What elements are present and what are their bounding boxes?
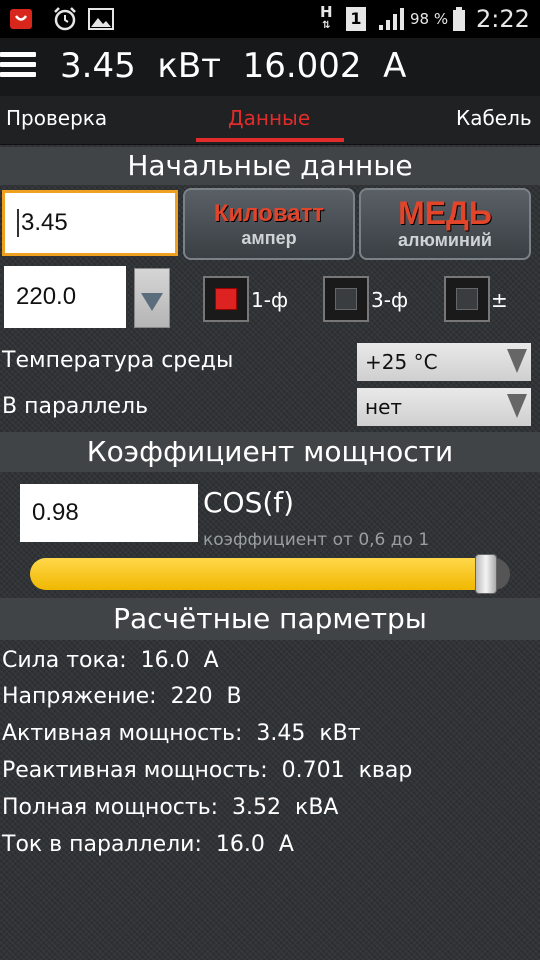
unit-toggle-button[interactable]: Киловатт ампер: [183, 188, 355, 260]
tab-check[interactable]: Проверка: [6, 106, 107, 130]
phase-3-checkbox[interactable]: [323, 276, 369, 322]
dc-label: ±: [491, 288, 508, 312]
app-notification-icon: [8, 0, 34, 38]
unit-button-bottom-label: ампер: [241, 228, 297, 248]
cos-phi-hint: коэффициент от 0,6 до 1: [203, 530, 430, 550]
alarm-icon: [52, 0, 78, 38]
material-button-bottom-label: алюминий: [398, 230, 492, 250]
temperature-select[interactable]: +25 °C: [357, 343, 531, 381]
active-tab-indicator: [196, 138, 344, 142]
result-apparent-power: Полная мощность: 3.52 кВА: [2, 795, 339, 820]
phase-1-checkbox[interactable]: [203, 276, 249, 322]
parallel-select-value: нет: [365, 395, 403, 419]
cos-phi-input[interactable]: 0.98: [20, 484, 198, 542]
clock: 2:22: [476, 5, 530, 33]
temperature-select-value: +25 °C: [365, 350, 438, 374]
section-title-power-factor: Коэффициент мощности: [0, 432, 540, 472]
dc-checkbox[interactable]: [444, 276, 490, 322]
result-reactive-power: Реактивная мощность: 0.701 квар: [2, 758, 413, 783]
tab-data[interactable]: Данные: [228, 106, 310, 130]
data-indicator: H ⇅: [320, 3, 333, 32]
material-toggle-button[interactable]: МЕДЬ алюминий: [359, 188, 531, 260]
temperature-label: Температура среды: [2, 348, 234, 373]
tab-cable[interactable]: Кабель: [456, 106, 532, 130]
power-input-value: 3.45: [17, 209, 68, 237]
page-title: 3.45 кВт 16.002 А: [60, 46, 407, 86]
chevron-down-icon: [507, 349, 527, 373]
section-title-results: Расчётные парметры: [0, 598, 540, 640]
section-title-initial-data: Начальные данные: [0, 147, 540, 185]
phase-1-label: 1-ф: [251, 288, 289, 312]
status-bar: H ⇅ 1 98 % 2:22: [0, 0, 540, 38]
cos-phi-label: COS(f): [203, 486, 295, 519]
phase-3-label: 3-ф: [371, 288, 409, 312]
result-parallel-current: Ток в параллели: 16.0 А: [2, 832, 294, 857]
cos-phi-slider[interactable]: [30, 558, 510, 590]
slider-fill: [30, 558, 486, 590]
signal-icon: [378, 0, 406, 38]
power-input[interactable]: 3.45: [2, 190, 178, 256]
chevron-down-icon: [507, 394, 527, 418]
result-voltage: Напряжение: 220 В: [2, 684, 242, 709]
chevron-down-icon: [141, 293, 163, 311]
gallery-icon: [88, 0, 114, 38]
material-button-top-label: МЕДЬ: [398, 195, 492, 231]
voltage-input[interactable]: 220.0: [4, 266, 126, 328]
result-active-power: Активная мощность: 3.45 кВт: [2, 721, 361, 746]
sim-slot-icon: 1: [346, 0, 366, 38]
slider-thumb[interactable]: [475, 554, 497, 594]
battery-icon: [452, 0, 466, 38]
unit-button-top-label: Киловатт: [213, 200, 325, 227]
parallel-select[interactable]: нет: [357, 388, 531, 426]
parallel-label: В параллель: [2, 394, 149, 419]
voltage-dropdown-button[interactable]: [134, 268, 170, 328]
result-current: Сила тока: 16.0 А: [2, 648, 219, 673]
menu-icon[interactable]: [0, 52, 36, 80]
battery-percent: 98 %: [410, 10, 449, 28]
